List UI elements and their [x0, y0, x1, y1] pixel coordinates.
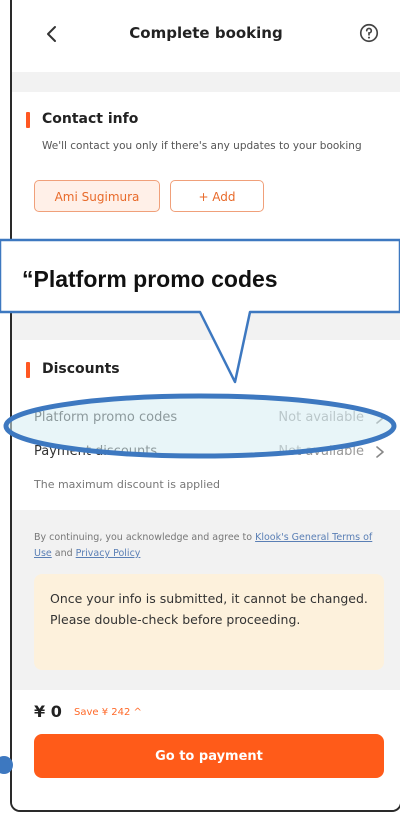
contact-info-title: Contact info	[42, 111, 139, 127]
savings-toggle[interactable]: Save ¥ 242 ^	[74, 707, 142, 718]
discounts-title: Discounts	[42, 361, 120, 377]
section-accent-bar	[26, 112, 30, 128]
payment-discounts-label: Payment discounts	[34, 444, 158, 459]
total-price: ¥ 0	[34, 702, 62, 721]
platform-promo-codes-label: Platform promo codes	[34, 410, 178, 425]
add-contact-button[interactable]: + Add	[170, 180, 264, 212]
payment-discounts-value: Not available	[278, 444, 364, 459]
terms-text: By continuing, you acknowledge and agree…	[34, 530, 374, 562]
section-accent-bar	[26, 362, 30, 378]
terms-prefix: By continuing, you acknowledge and agree…	[34, 532, 256, 543]
phone-screen: Complete booking Contact info We'll cont…	[10, 0, 400, 812]
privacy-policy-link[interactable]: Privacy Policy	[76, 548, 141, 559]
chevron-right-icon	[376, 446, 384, 458]
contact-info-section: Contact info We'll contact you only if t…	[12, 92, 400, 242]
discounts-section: Discounts Platform promo codes Not avail…	[12, 340, 400, 510]
discount-note: The maximum discount is applied	[34, 478, 221, 491]
page-title: Complete booking	[129, 24, 283, 42]
submission-notice: Once your info is submitted, it cannot b…	[34, 574, 384, 670]
go-to-payment-button[interactable]: Go to payment	[34, 734, 384, 778]
terms-middle: and	[51, 548, 76, 559]
chevron-right-icon	[376, 412, 384, 424]
top-bar: Complete booking	[12, 0, 400, 72]
checkout-footer: ¥ 0 Save ¥ 242 ^ Go to payment	[12, 690, 400, 810]
callout-text: “Platform promo codes	[22, 266, 278, 292]
contact-info-description: We'll contact you only if there's any up…	[42, 140, 362, 152]
contact-chip-selected[interactable]: Ami Sugimura	[34, 180, 160, 212]
help-circle-icon[interactable]	[358, 22, 380, 44]
platform-promo-codes-value: Not available	[278, 410, 364, 425]
